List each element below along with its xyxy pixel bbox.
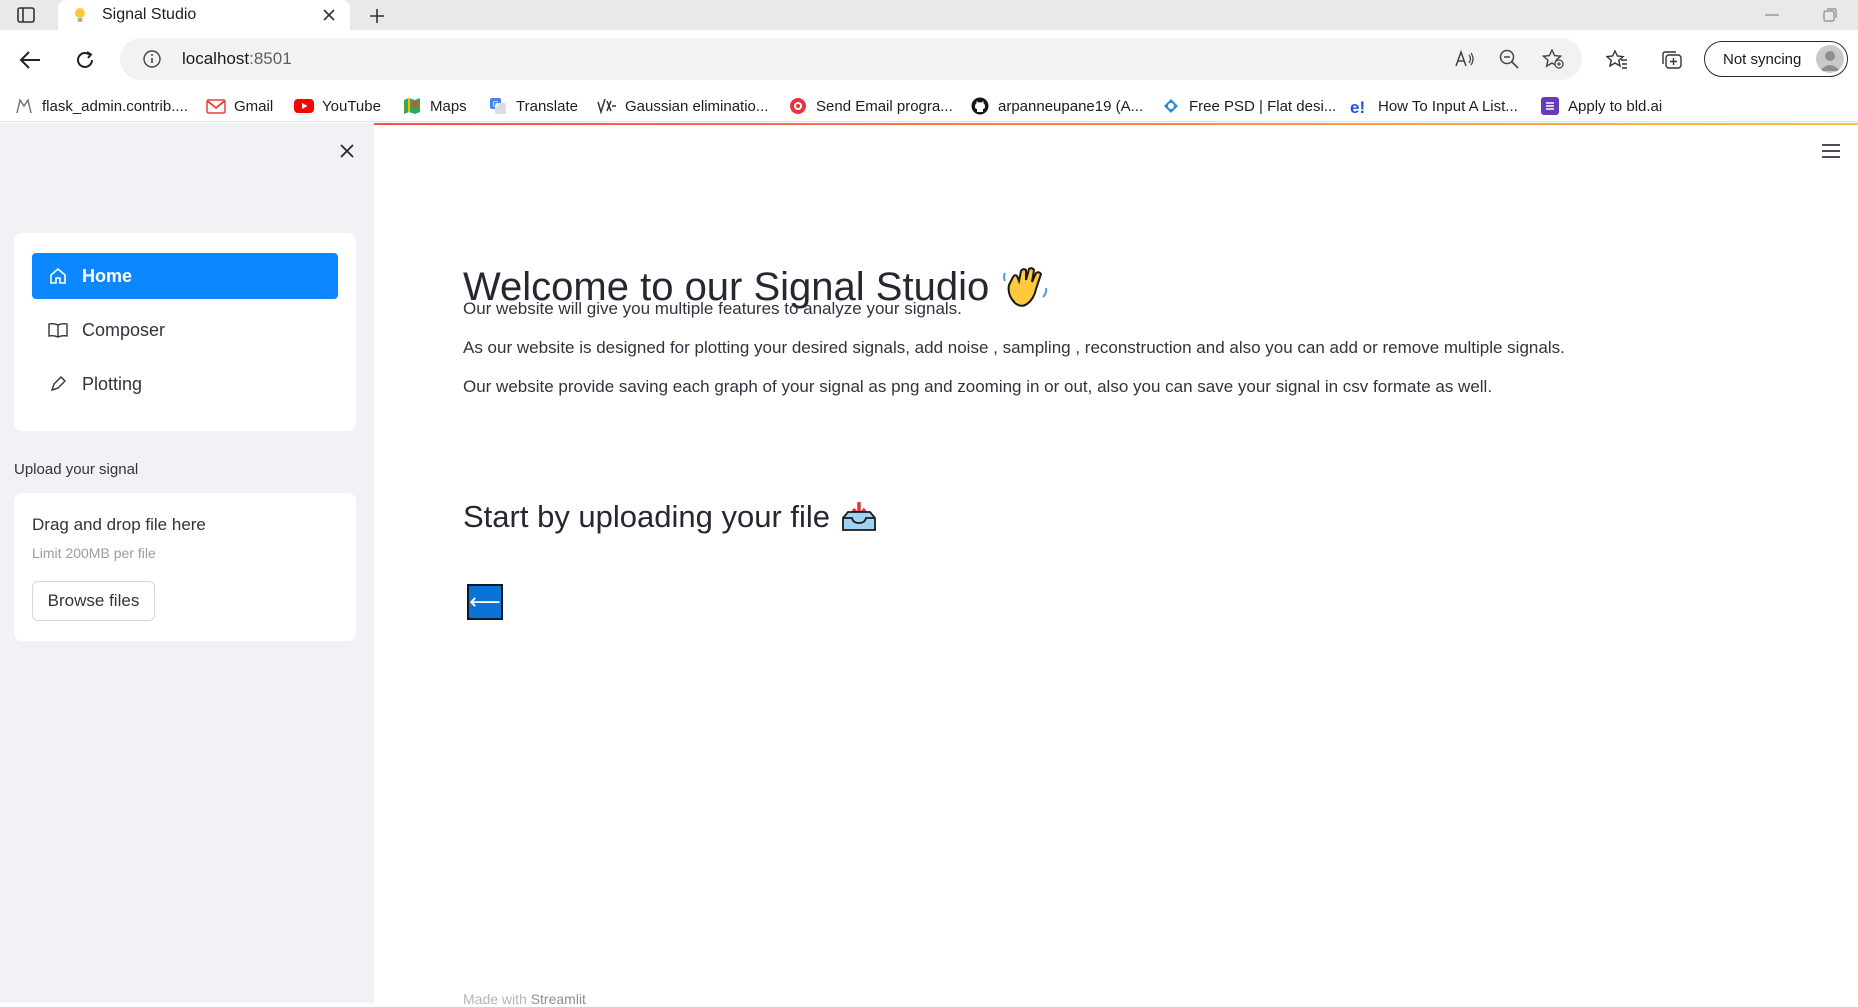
intro-paragraph-3: Our website provide saving each graph of…	[463, 377, 1493, 396]
back-arrow-icon[interactable]	[14, 44, 46, 76]
inbox-tray-icon	[840, 500, 878, 534]
nav-item-home[interactable]: Home	[32, 253, 338, 299]
close-sidebar-icon[interactable]	[336, 140, 358, 162]
back-button[interactable]: ⟵	[467, 584, 503, 620]
avatar	[1816, 45, 1844, 73]
read-aloud-icon[interactable]	[1454, 48, 1476, 70]
footer: Made with Streamlit	[463, 991, 586, 1007]
dropzone-title: Drag and drop file here	[32, 515, 206, 534]
main-menu-icon[interactable]	[1820, 141, 1842, 161]
streamlit-link[interactable]: Streamlit	[531, 991, 586, 1007]
sync-status-button[interactable]: Not syncing	[1704, 41, 1848, 77]
svg-text:e!: e!	[1350, 98, 1365, 115]
dropzone-limit: Limit 200MB per file	[32, 545, 156, 561]
nav-item-composer[interactable]: Composer	[32, 307, 338, 353]
bookmark-github[interactable]: arpanneupane19 (A...	[970, 95, 1143, 117]
home-icon	[48, 266, 68, 286]
tab-strip: Signal Studio	[0, 0, 1858, 30]
restore-icon[interactable]	[1818, 6, 1842, 24]
flask-icon	[14, 96, 34, 116]
intro-paragraph-2: As our website is designed for plotting …	[463, 338, 1565, 357]
maps-icon	[402, 96, 422, 116]
browse-files-button[interactable]: Browse files	[32, 581, 155, 621]
site-info-icon[interactable]	[142, 49, 162, 69]
browser-tab[interactable]: Signal Studio	[58, 0, 350, 30]
form-icon	[1540, 96, 1560, 116]
file-uploader[interactable]: Drag and drop file here Limit 200MB per …	[14, 493, 356, 641]
nav-item-plotting[interactable]: Plotting	[32, 361, 338, 407]
svg-text:G: G	[493, 100, 499, 109]
refresh-icon[interactable]	[69, 44, 101, 76]
close-tab-icon[interactable]	[318, 4, 340, 26]
bookmark-flask[interactable]: flask_admin.contrib....	[14, 95, 188, 117]
collections-icon[interactable]	[1660, 48, 1684, 72]
minimize-icon[interactable]	[1760, 6, 1784, 24]
app-page: Home Composer Plotting Upload your signa…	[0, 123, 1858, 1007]
math-icon	[597, 96, 617, 116]
translate-icon: G	[488, 96, 508, 116]
bookmarks-bar: flask_admin.contrib.... Gmail YouTube Ma…	[0, 88, 1858, 122]
nav-menu: Home Composer Plotting	[14, 233, 356, 431]
nav-item-label: Home	[82, 265, 133, 286]
url-text: localhost:8501	[182, 49, 292, 68]
bookmark-youtube[interactable]: YouTube	[294, 95, 381, 117]
freepik-icon	[1161, 96, 1181, 116]
pen-icon	[48, 374, 68, 394]
bookmark-gaussian[interactable]: Gaussian eliminatio...	[597, 95, 768, 117]
nav-item-label: Plotting	[82, 373, 143, 394]
book-icon	[48, 320, 68, 340]
upload-label: Upload your signal	[14, 461, 139, 478]
email-icon	[788, 96, 808, 116]
tab-actions-icon[interactable]	[14, 6, 38, 24]
nav-item-label: Composer	[82, 319, 166, 340]
intro-paragraph-1: Our website will give you multiple featu…	[463, 299, 962, 318]
waving-hand-icon	[1001, 263, 1049, 311]
bookmark-how-to-input[interactable]: e! How To Input A List...	[1350, 95, 1518, 117]
lightbulb-icon	[72, 7, 88, 23]
address-bar[interactable]: localhost:8501	[120, 38, 1582, 80]
new-tab-icon[interactable]	[364, 3, 390, 29]
bookmark-freepsd[interactable]: Free PSD | Flat desi...	[1161, 95, 1336, 117]
educative-icon: e!	[1350, 96, 1370, 116]
section-heading: Start by uploading your file	[463, 499, 878, 535]
bookmark-translate[interactable]: G Translate	[488, 95, 578, 117]
youtube-icon	[294, 96, 314, 116]
zoom-out-icon[interactable]	[1498, 48, 1520, 70]
sync-label: Not syncing	[1723, 50, 1802, 68]
sidebar: Home Composer Plotting Upload your signa…	[0, 123, 374, 1003]
bookmark-send-email[interactable]: Send Email progra...	[788, 95, 953, 117]
add-favorite-icon[interactable]	[1542, 48, 1564, 70]
tab-title: Signal Studio	[102, 6, 197, 23]
gmail-icon	[206, 96, 226, 116]
bookmark-maps[interactable]: Maps	[402, 95, 467, 117]
browser-toolbar: localhost:8501 Not syncing	[0, 30, 1858, 88]
github-icon	[970, 96, 990, 116]
header-decoration	[374, 123, 1858, 125]
bookmark-gmail[interactable]: Gmail	[206, 95, 273, 117]
favorites-icon[interactable]	[1605, 48, 1629, 72]
bookmark-bld[interactable]: Apply to bld.ai	[1540, 95, 1662, 117]
